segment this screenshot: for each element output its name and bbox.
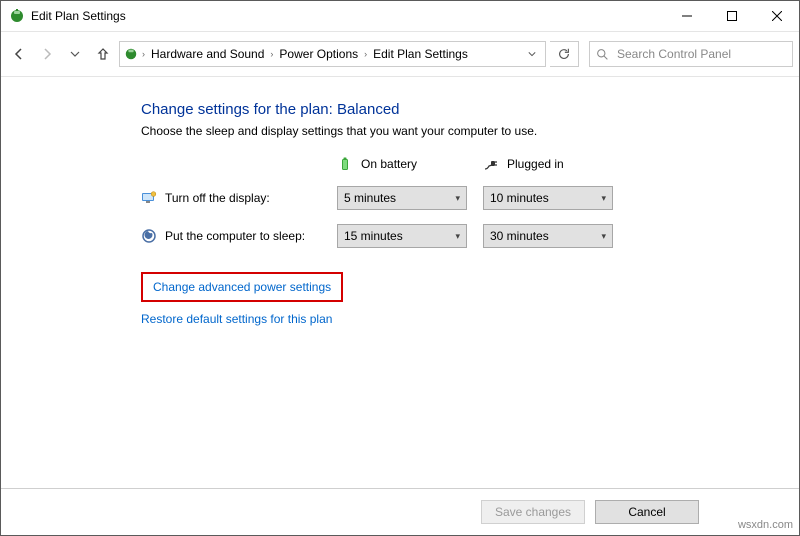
column-label: Plugged in [507, 157, 564, 171]
page-subheading: Choose the sleep and display settings th… [141, 124, 799, 138]
chevron-right-icon[interactable]: › [364, 49, 367, 59]
titlebar: Edit Plan Settings [1, 1, 799, 32]
footer: Save changes Cancel [1, 488, 799, 535]
link-restore-defaults[interactable]: Restore default settings for this plan [141, 312, 332, 326]
power-options-icon [9, 8, 25, 24]
address-bar[interactable]: › Hardware and Sound › Power Options › E… [119, 41, 546, 67]
row-label-text: Put the computer to sleep: [165, 229, 305, 243]
column-plugged-in: Plugged in [483, 156, 613, 172]
display-plugged-dropdown[interactable]: 10 minutes ▾ [483, 186, 613, 210]
watermark: wsxdn.com [738, 519, 793, 531]
settings-grid: On battery Plugged in Turn off the displ… [141, 156, 799, 248]
row-label-text: Turn off the display: [165, 191, 270, 205]
power-options-icon [124, 47, 138, 61]
window: Edit Plan Settings › Hard [0, 0, 800, 536]
dropdown-value: 5 minutes [344, 191, 396, 205]
refresh-button[interactable] [550, 41, 579, 67]
navbar: › Hardware and Sound › Power Options › E… [1, 32, 799, 77]
breadcrumb-power-options[interactable]: Power Options [277, 47, 360, 61]
chevron-right-icon[interactable]: › [142, 49, 145, 59]
dropdown-value: 15 minutes [344, 229, 403, 243]
sleep-battery-dropdown[interactable]: 15 minutes ▾ [337, 224, 467, 248]
links: Change advanced power settings Restore d… [141, 272, 799, 326]
column-label: On battery [361, 157, 417, 171]
display-icon [141, 190, 157, 206]
sleep-plugged-dropdown[interactable]: 30 minutes ▾ [483, 224, 613, 248]
up-button[interactable] [91, 42, 115, 66]
forward-button[interactable] [35, 42, 59, 66]
plug-icon [483, 156, 499, 172]
dropdown-value: 10 minutes [490, 191, 549, 205]
recent-locations-button[interactable] [63, 42, 87, 66]
row-display: Turn off the display: [141, 190, 321, 206]
cancel-button[interactable]: Cancel [595, 500, 699, 524]
page-heading: Change settings for the plan: Balanced [141, 101, 799, 118]
search-input[interactable] [615, 46, 786, 62]
minimize-button[interactable] [664, 1, 709, 31]
chevron-down-icon: ▾ [455, 193, 460, 204]
chevron-right-icon[interactable]: › [270, 49, 273, 59]
row-sleep: Put the computer to sleep: [141, 228, 321, 244]
maximize-button[interactable] [709, 1, 754, 31]
close-button[interactable] [754, 1, 799, 31]
link-advanced-power-settings[interactable]: Change advanced power settings [153, 280, 331, 294]
breadcrumb-edit-plan-settings[interactable]: Edit Plan Settings [371, 47, 470, 61]
search-box[interactable] [589, 41, 793, 67]
sleep-icon [141, 228, 157, 244]
chevron-down-icon: ▾ [601, 193, 606, 204]
display-battery-dropdown[interactable]: 5 minutes ▾ [337, 186, 467, 210]
dropdown-value: 30 minutes [490, 229, 549, 243]
column-on-battery: On battery [337, 156, 467, 172]
window-title: Edit Plan Settings [31, 9, 126, 23]
chevron-down-icon: ▾ [455, 231, 460, 242]
chevron-down-icon: ▾ [601, 231, 606, 242]
battery-icon [337, 156, 353, 172]
search-icon [596, 48, 609, 61]
breadcrumb-hardware-sound[interactable]: Hardware and Sound [149, 47, 266, 61]
content: Change settings for the plan: Balanced C… [1, 77, 799, 488]
back-button[interactable] [7, 42, 31, 66]
save-changes-button[interactable]: Save changes [481, 500, 585, 524]
address-dropdown-button[interactable] [523, 43, 541, 65]
highlight-box: Change advanced power settings [141, 272, 343, 302]
